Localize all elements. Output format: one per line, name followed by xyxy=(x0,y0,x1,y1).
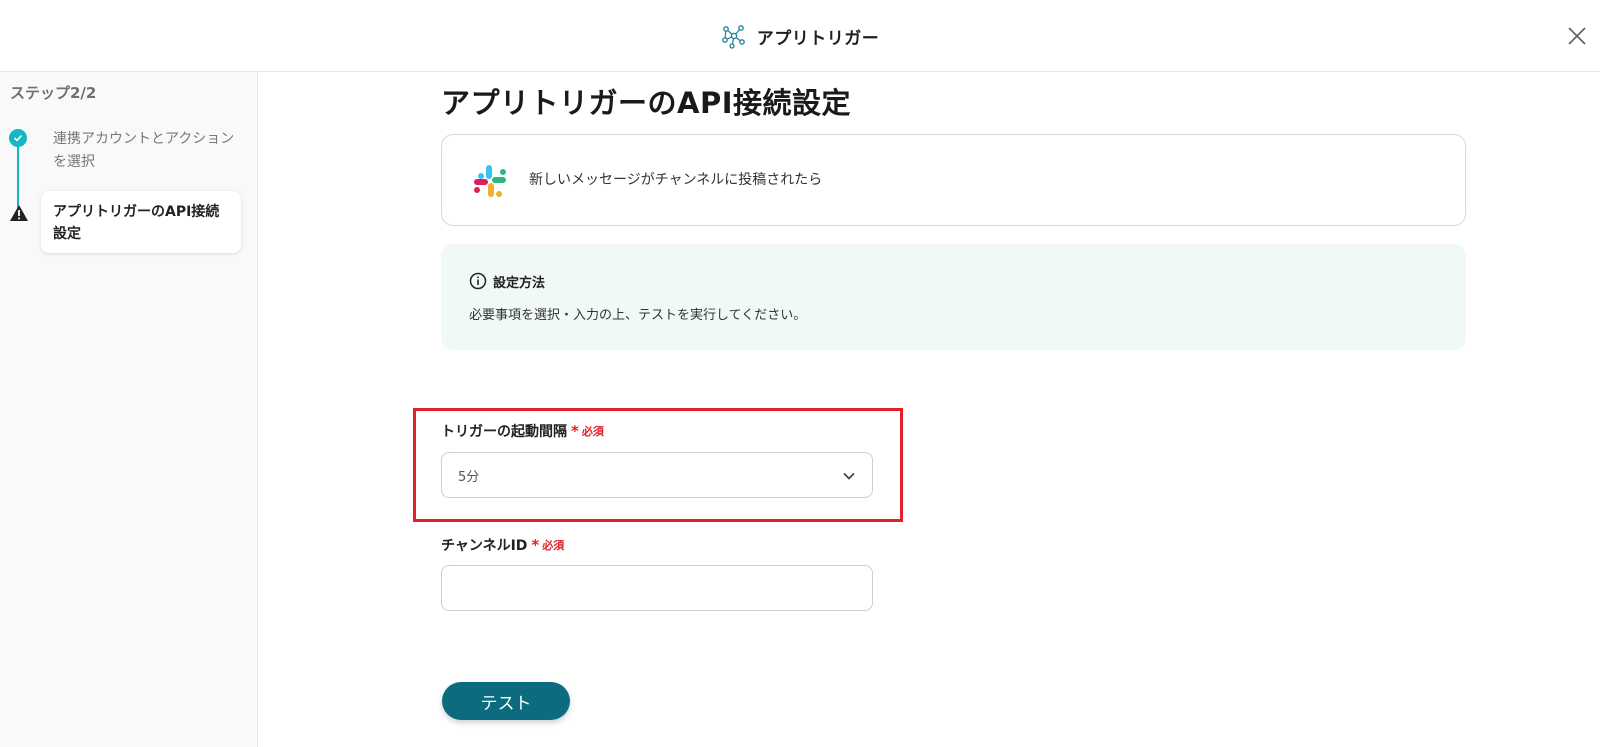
test-button[interactable]: テスト xyxy=(442,682,570,720)
app-title: アプリトリガー xyxy=(756,28,880,49)
chevron-down-icon xyxy=(843,472,855,480)
close-button[interactable] xyxy=(1560,19,1594,53)
required-badge: 必須 xyxy=(581,425,604,438)
step-connector-line xyxy=(17,138,19,208)
check-circle-icon xyxy=(9,129,27,147)
sidebar-step-api-settings[interactable]: アプリトリガーのAPI接続設定 xyxy=(41,191,241,253)
required-asterisk: * xyxy=(571,422,579,440)
interval-label: トリガーの起動間隔 * 必須 xyxy=(441,421,604,441)
sidebar-step-label: アプリトリガーのAPI接続設定 xyxy=(53,204,220,242)
info-description: 必要事項を選択・入力の上、テストを実行してください。 xyxy=(469,308,807,323)
required-badge: 必須 xyxy=(542,539,565,552)
trigger-description: 新しいメッセージがチャンネルに投稿されたら xyxy=(529,172,823,188)
header: アプリトリガー xyxy=(0,0,1600,72)
required-asterisk: * xyxy=(531,536,540,554)
sidebar-step-select-account[interactable]: 連携アカウントとアクションを選択 xyxy=(53,128,238,174)
interval-label-text: トリガーの起動間隔 xyxy=(441,424,567,440)
header-title-group: アプリトリガー xyxy=(0,0,1600,72)
network-nodes-icon xyxy=(721,25,745,49)
info-title: 設定方法 xyxy=(493,276,546,291)
interval-select-value: 5分 xyxy=(458,469,480,485)
sidebar: ステップ2/2 連携アカウントとアクションを選択 アプリトリガーのAPI接続設定 xyxy=(0,72,258,747)
step-counter: ステップ2/2 xyxy=(10,84,97,102)
trigger-card: 新しいメッセージがチャンネルに投稿されたら xyxy=(441,134,1466,226)
interval-select[interactable]: 5分 xyxy=(441,452,873,498)
channel-id-label: チャンネルID * 必須 xyxy=(441,535,564,555)
info-icon xyxy=(469,272,487,290)
warning-icon xyxy=(10,205,28,221)
channel-id-input[interactable] xyxy=(441,565,873,611)
close-icon[interactable] xyxy=(1567,26,1587,46)
info-box: 設定方法 必要事項を選択・入力の上、テストを実行してください。 xyxy=(441,244,1466,350)
page-title: アプリトリガーのAPI接続設定 xyxy=(441,86,851,120)
channel-id-label-text: チャンネルID xyxy=(441,538,528,554)
slack-icon xyxy=(474,165,506,197)
